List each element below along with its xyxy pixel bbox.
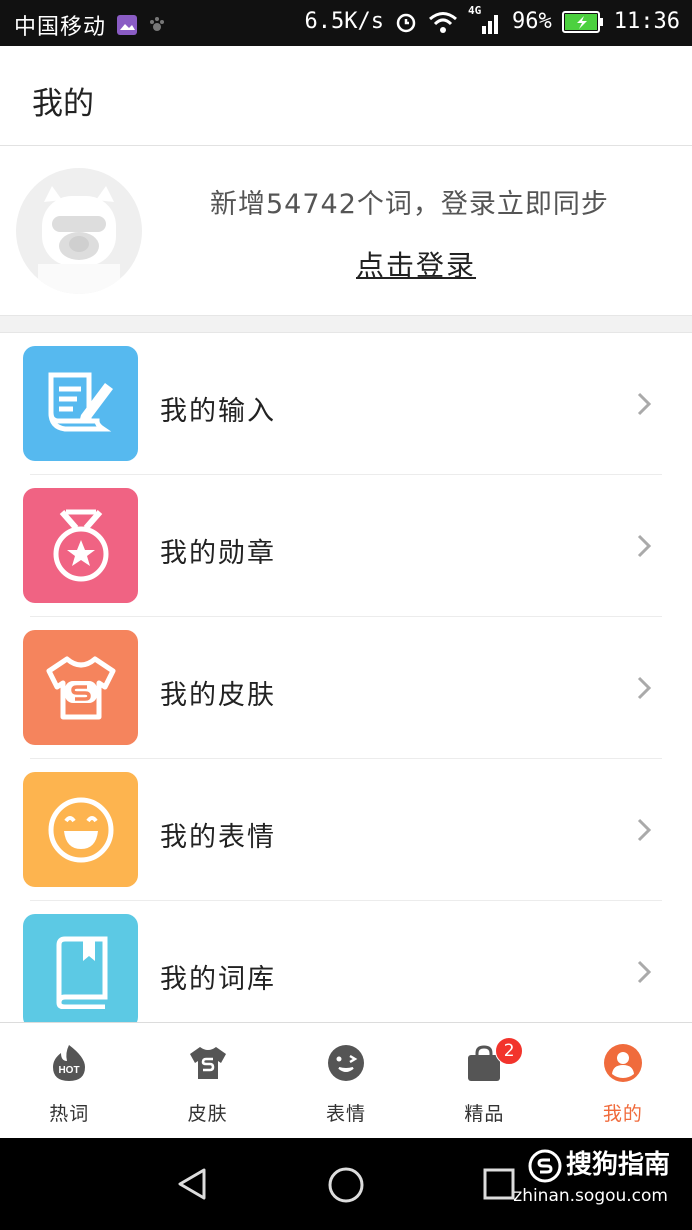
menu-icon-tile <box>23 488 138 603</box>
gallery-notification-icon <box>117 15 138 35</box>
menu-label: 我的输入 <box>160 396 276 427</box>
medal-icon <box>53 509 108 581</box>
menu-label: 我的皮肤 <box>160 680 276 711</box>
alarm-icon <box>396 13 416 32</box>
app-content: 我的 新增54742个词，登录立即同步 点击登录 我的输入 我的勋章 我的皮肤 … <box>0 46 692 1138</box>
tab-label: 精品 <box>464 1103 505 1125</box>
wink-icon <box>328 1045 365 1081</box>
page-title: 我的 <box>32 86 94 122</box>
paw-notification-icon <box>150 17 165 31</box>
profile-section[interactable]: 新增54742个词，登录立即同步 点击登录 <box>0 146 692 316</box>
recents-button[interactable] <box>482 1167 516 1201</box>
status-left: 中国移动 <box>14 9 166 41</box>
menu-list: 我的输入 我的勋章 我的皮肤 我的表情 我的词库 <box>0 333 692 1043</box>
sync-promo-text: 新增54742个词，登录立即同步 <box>210 189 609 220</box>
section-divider <box>0 316 692 333</box>
watermark-brand-text: 搜狗指南 <box>565 1150 670 1180</box>
menu-icon-tile <box>23 914 138 1029</box>
signal-group: 4G <box>468 4 502 34</box>
bottom-tab-bar: HOT 热词 皮肤 表情 2 精品 我的 <box>0 1022 692 1138</box>
net-speed: 6.5K/s <box>304 9 385 34</box>
menu-icon-tile <box>23 772 138 887</box>
tab-label: 表情 <box>326 1103 367 1125</box>
watermark-brand: 搜狗指南 <box>528 1144 670 1183</box>
user-icon <box>603 1044 642 1082</box>
chevron-right-icon <box>637 818 652 842</box>
tab-skins[interactable]: 皮肤 <box>138 1023 276 1138</box>
menu-item-my-skins[interactable]: 我的皮肤 <box>0 617 692 759</box>
tab-emoticons[interactable]: 表情 <box>277 1023 415 1138</box>
tab-me[interactable]: 我的 <box>554 1023 692 1138</box>
chevron-right-icon <box>637 534 652 558</box>
tab-label: 我的 <box>602 1103 643 1125</box>
hot-icon: HOT <box>53 1045 86 1081</box>
hot-icon-text: HOT <box>59 1065 80 1076</box>
tab-hot-words[interactable]: HOT 热词 <box>0 1023 138 1138</box>
sogou-logo-icon <box>528 1149 562 1182</box>
back-button[interactable] <box>174 1166 210 1202</box>
chevron-right-icon <box>637 676 652 700</box>
header: 我的 <box>0 46 692 146</box>
signal-icon <box>482 14 499 34</box>
battery-percent: 96% <box>512 9 552 34</box>
login-link[interactable]: 点击登录 <box>356 244 476 284</box>
menu-icon-tile <box>23 630 138 745</box>
tshirt-icon <box>189 1047 226 1079</box>
notification-badge: 2 <box>495 1037 524 1065</box>
menu-item-my-medals[interactable]: 我的勋章 <box>0 475 692 617</box>
default-avatar-icon <box>16 168 142 294</box>
tab-label: 皮肤 <box>187 1103 228 1125</box>
menu-item-my-emoticons[interactable]: 我的表情 <box>0 759 692 901</box>
clock: 11:36 <box>613 9 680 34</box>
carrier-name: 中国移动 <box>14 15 107 40</box>
smiley-icon <box>48 797 113 862</box>
menu-label: 我的勋章 <box>160 538 276 569</box>
menu-icon-tile <box>23 346 138 461</box>
battery-charging-icon <box>561 10 603 33</box>
wifi-icon <box>429 11 457 33</box>
chevron-right-icon <box>637 392 652 416</box>
status-right: 6.5K/s 4G 96% 11:36 <box>304 4 680 35</box>
tshirt-icon <box>46 656 115 719</box>
status-bar: 中国移动 6.5K/s 4G 96% 11:36 <box>0 0 692 46</box>
chevron-right-icon <box>637 960 652 984</box>
tab-featured[interactable]: 2 精品 <box>415 1023 553 1138</box>
menu-label: 我的表情 <box>160 822 276 853</box>
home-button[interactable] <box>327 1166 365 1204</box>
avatar[interactable] <box>16 168 142 294</box>
watermark-url: zhinan.sogou.com <box>513 1186 668 1206</box>
menu-label: 我的词库 <box>160 964 276 995</box>
edit-document-icon <box>48 372 113 431</box>
tab-label: 热词 <box>49 1103 90 1125</box>
book-icon <box>56 936 107 1009</box>
menu-item-my-input[interactable]: 我的输入 <box>0 333 692 475</box>
